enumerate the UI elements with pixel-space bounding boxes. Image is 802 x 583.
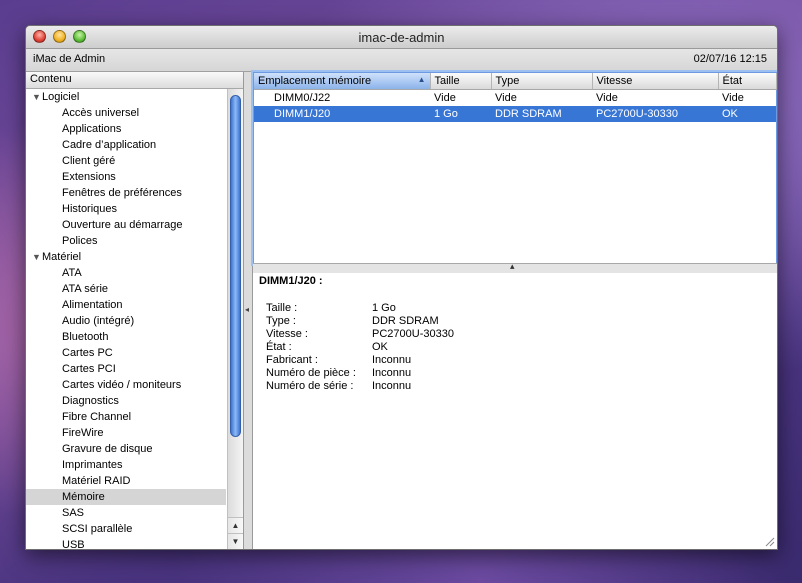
detail-key: Fabricant : [266, 354, 318, 366]
tree-item[interactable]: Bluetooth [26, 329, 226, 345]
tree-item[interactable]: Alimentation [26, 297, 226, 313]
table-cell-size: 1 Go [430, 106, 491, 122]
table-row[interactable]: DIMM0/J22 Vide Vide Vide Vide [254, 90, 776, 107]
column-header-size[interactable]: Taille [430, 73, 492, 90]
scrollbar-thumb[interactable] [230, 95, 241, 437]
splitter-grip-icon: ◂ [245, 305, 250, 314]
resize-grip-icon[interactable] [765, 537, 775, 547]
tree-item[interactable]: Cadre d’application [26, 137, 226, 153]
detail-key: Numéro de série : [266, 380, 354, 392]
column-header-speed[interactable]: Vitesse [592, 73, 719, 90]
tree-item[interactable]: Fibre Channel [26, 409, 226, 425]
tree-group[interactable]: ▼Matériel [26, 249, 226, 265]
detail-value: Inconnu [372, 367, 412, 379]
tree-item[interactable]: Fenêtres de préférences [26, 185, 226, 201]
splitter-grip-icon: ▴ [510, 261, 515, 271]
scroll-down-arrow-icon[interactable]: ▼ [228, 533, 243, 549]
detail-value: 1 Go [372, 302, 396, 314]
tree-item[interactable]: Cartes vidéo / moniteurs [26, 377, 226, 393]
tree-item[interactable]: Ouverture au démarrage [26, 217, 226, 233]
report-datetime: 02/07/16 12:15 [693, 53, 767, 65]
vertical-splitter[interactable]: ◂ [244, 72, 253, 549]
tree-item[interactable]: ATA [26, 265, 226, 281]
detail-row: Vitesse : PC2700U-30330 [266, 328, 454, 341]
sidebar-header-label: Contenu [30, 73, 72, 85]
detail-row: Fabricant : Inconnu [266, 354, 454, 367]
detail-key: Numéro de pièce : [266, 367, 356, 379]
system-profiler-window: imac-de-admin iMac de Admin 02/07/16 12:… [25, 25, 778, 550]
tree-group-label: Matériel [42, 251, 82, 263]
table-row[interactable]: DIMM1/J20 1 Go DDR SDRAM PC2700U-30330 OK [254, 106, 776, 122]
detail-pane: DIMM1/J20 : Taille :1 Go Type : DDR SDRAM V… [253, 273, 777, 549]
scroll-up-arrow-icon[interactable]: ▲ [228, 517, 243, 533]
tree-item[interactable]: Mémoire [26, 489, 226, 505]
memory-table: Emplacement mémoire ▲ Taille Type Vitesse… [253, 72, 777, 264]
detail-row: Numéro de série : Inconnu [266, 380, 454, 393]
table-cell-size: Vide [434, 92, 456, 104]
tree-item[interactable]: Accès universel [26, 105, 226, 121]
tree-item[interactable]: ATA série [26, 281, 226, 297]
contents-sidebar: Contenu ▼Logiciel Accès universel Applicat… [26, 72, 244, 549]
tree-item[interactable]: Extensions [26, 169, 226, 185]
detail-key: État : [266, 341, 292, 353]
tree-item[interactable]: Audio (intégré) [26, 313, 226, 329]
tree-item[interactable]: Matériel RAID [26, 473, 226, 489]
table-cell-slot: DIMM0/J22 [274, 92, 331, 104]
sort-ascending-icon: ▲ [417, 75, 426, 84]
contents-tree: ▼Logiciel Accès universel Applications Cadr… [26, 89, 226, 549]
detail-key: Type : [266, 315, 296, 327]
tree-group-label: Logiciel [42, 91, 80, 103]
detail-row: Numéro de pièce : Inconnu [266, 367, 454, 380]
table-cell-status: OK [718, 106, 776, 122]
tree-item[interactable]: Imprimantes [26, 457, 226, 473]
sidebar-header[interactable]: Contenu [26, 72, 243, 89]
column-header-label: Emplacement mémoire [258, 75, 372, 87]
disclosure-triangle-icon[interactable]: ▼ [32, 89, 42, 105]
table-cell-speed: Vide [596, 92, 618, 104]
window-title: imac-de-admin [358, 30, 445, 45]
column-header-status[interactable]: État [718, 73, 777, 90]
info-bar: iMac de Admin 02/07/16 12:15 [26, 49, 777, 72]
detail-row: État : OK [266, 341, 454, 354]
detail-value: Inconnu [372, 354, 412, 366]
tree-item[interactable]: Diagnostics [26, 393, 226, 409]
table-cell-status: Vide [722, 92, 744, 104]
tree-item[interactable]: Cartes PC [26, 345, 226, 361]
tree-item[interactable]: USB [26, 537, 226, 549]
tree-item[interactable]: Polices [26, 233, 226, 249]
detail-key: Taille : [266, 302, 298, 314]
detail-row: Type : DDR SDRAM [266, 315, 454, 328]
tree-item[interactable]: Cartes PCI [26, 361, 226, 377]
detail-fields: Taille : 1 Go Type : DDR SDRAM Vitesse : PC27… [266, 302, 454, 393]
detail-value: Inconnu [372, 380, 412, 392]
table-cell-type: DDR SDRAM [491, 106, 592, 122]
column-header-type[interactable]: Type [491, 73, 593, 90]
detail-title: DIMM1/J20 : [259, 275, 323, 287]
tree-item[interactable]: Applications [26, 121, 226, 137]
detail-row: Taille : 1 Go [266, 302, 454, 315]
disclosure-triangle-icon[interactable]: ▼ [32, 249, 42, 265]
title-bar[interactable]: imac-de-admin [26, 26, 777, 49]
detail-value: OK [372, 341, 388, 353]
tree-item[interactable]: Gravure de disque [26, 441, 226, 457]
detail-value: PC2700U-30330 [372, 328, 454, 340]
column-header-slot[interactable]: Emplacement mémoire ▲ [254, 73, 431, 90]
tree-item[interactable]: Client géré [26, 153, 226, 169]
detail-value: DDR SDRAM [372, 315, 439, 327]
table-cell-slot: DIMM1/J20 [254, 106, 430, 122]
table-cell-type: Vide [495, 92, 517, 104]
table-cell-speed: PC2700U-30330 [592, 106, 718, 122]
tree-item[interactable]: FireWire [26, 425, 226, 441]
tree-group[interactable]: ▼Logiciel [26, 89, 226, 105]
tree-item[interactable]: SCSI parallèle [26, 521, 226, 537]
tree-item[interactable]: SAS [26, 505, 226, 521]
sidebar-scrollbar[interactable]: ▲ ▼ [227, 89, 243, 549]
tree-item[interactable]: Historiques [26, 201, 226, 217]
computer-name: iMac de Admin [33, 53, 106, 65]
detail-key: Vitesse : [266, 328, 308, 340]
